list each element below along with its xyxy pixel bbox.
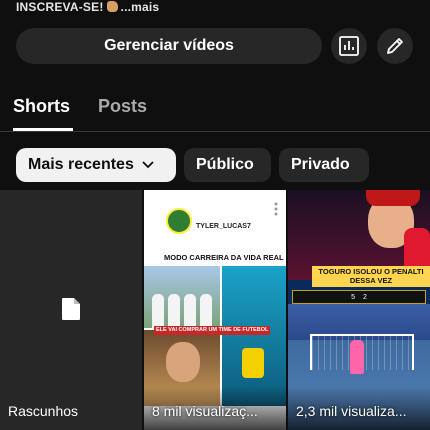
thumbnail-photo-cyclist bbox=[222, 266, 286, 406]
manage-videos-button[interactable]: Gerenciar vídeos bbox=[16, 28, 322, 64]
view-count-label: 8 mil visualizaç... bbox=[152, 403, 258, 419]
view-count-label: 2,3 mil visualiza... bbox=[296, 403, 407, 419]
channel-avatar bbox=[166, 208, 192, 234]
selected-tab-indicator bbox=[13, 128, 73, 131]
thumbnail-caption-text: MODO CARREIRA DA VIDA REAL bbox=[164, 253, 284, 262]
short-thumbnail-1[interactable]: TYLER_LUCAS7 MODO CARREIRA DA VIDA REAL … bbox=[144, 190, 286, 430]
shorts-grid: Rascunhos TYLER_LUCAS7 MODO CARREIRA DA … bbox=[0, 190, 430, 430]
sort-label: Mais recentes bbox=[28, 156, 134, 173]
drafts-label: Rascunhos bbox=[8, 403, 79, 419]
person-face bbox=[166, 342, 200, 382]
analytics-icon bbox=[339, 36, 359, 56]
thumbnail-caption: MODO CARREIRA DA VIDA REAL bbox=[164, 252, 286, 262]
player-cap bbox=[366, 190, 420, 206]
score-left: 5 bbox=[351, 293, 355, 301]
analytics-button[interactable] bbox=[331, 28, 367, 64]
edit-pencil-icon bbox=[387, 38, 403, 54]
sort-chip[interactable]: Mais recentes bbox=[16, 148, 176, 182]
drafts-tile[interactable]: Rascunhos bbox=[0, 190, 142, 430]
thumbnail-photo-team bbox=[144, 266, 220, 328]
short-thumbnail-2[interactable]: TOGURO ISOLOU O PENALTI DESSA VEZ 5 2 2,… bbox=[288, 190, 430, 430]
thumbnail-tag: ELE VAI COMPRAR UM TIME DE FUTEBOL bbox=[154, 326, 271, 335]
more-link[interactable]: ...mais bbox=[121, 0, 160, 14]
subscribe-text: INSCREVA-SE! bbox=[16, 0, 104, 14]
scoreboard: 5 2 bbox=[292, 290, 426, 304]
edit-button[interactable] bbox=[377, 28, 413, 64]
chevron-down-icon bbox=[142, 161, 154, 169]
more-vert-icon bbox=[274, 202, 278, 216]
score-right: 2 bbox=[363, 293, 367, 301]
channel-description-snippet[interactable]: INSCREVA-SE! ...mais bbox=[16, 0, 159, 14]
thumbnail-channel-handle: TYLER_LUCAS7 bbox=[196, 223, 251, 230]
tab-posts[interactable]: Posts bbox=[98, 96, 147, 117]
content-tabs: Shorts Posts bbox=[0, 88, 430, 132]
file-icon bbox=[62, 298, 80, 320]
pointing-hand-emoji-icon bbox=[106, 1, 118, 12]
thumbnail-headline: TOGURO ISOLOU O PENALTI DESSA VEZ bbox=[312, 266, 430, 287]
filter-private-chip[interactable]: Privado bbox=[279, 148, 369, 182]
tab-shorts[interactable]: Shorts bbox=[13, 96, 70, 117]
cyclist-figure bbox=[242, 348, 264, 378]
filter-public-chip[interactable]: Público bbox=[184, 148, 271, 182]
penalty-taker bbox=[350, 340, 364, 374]
